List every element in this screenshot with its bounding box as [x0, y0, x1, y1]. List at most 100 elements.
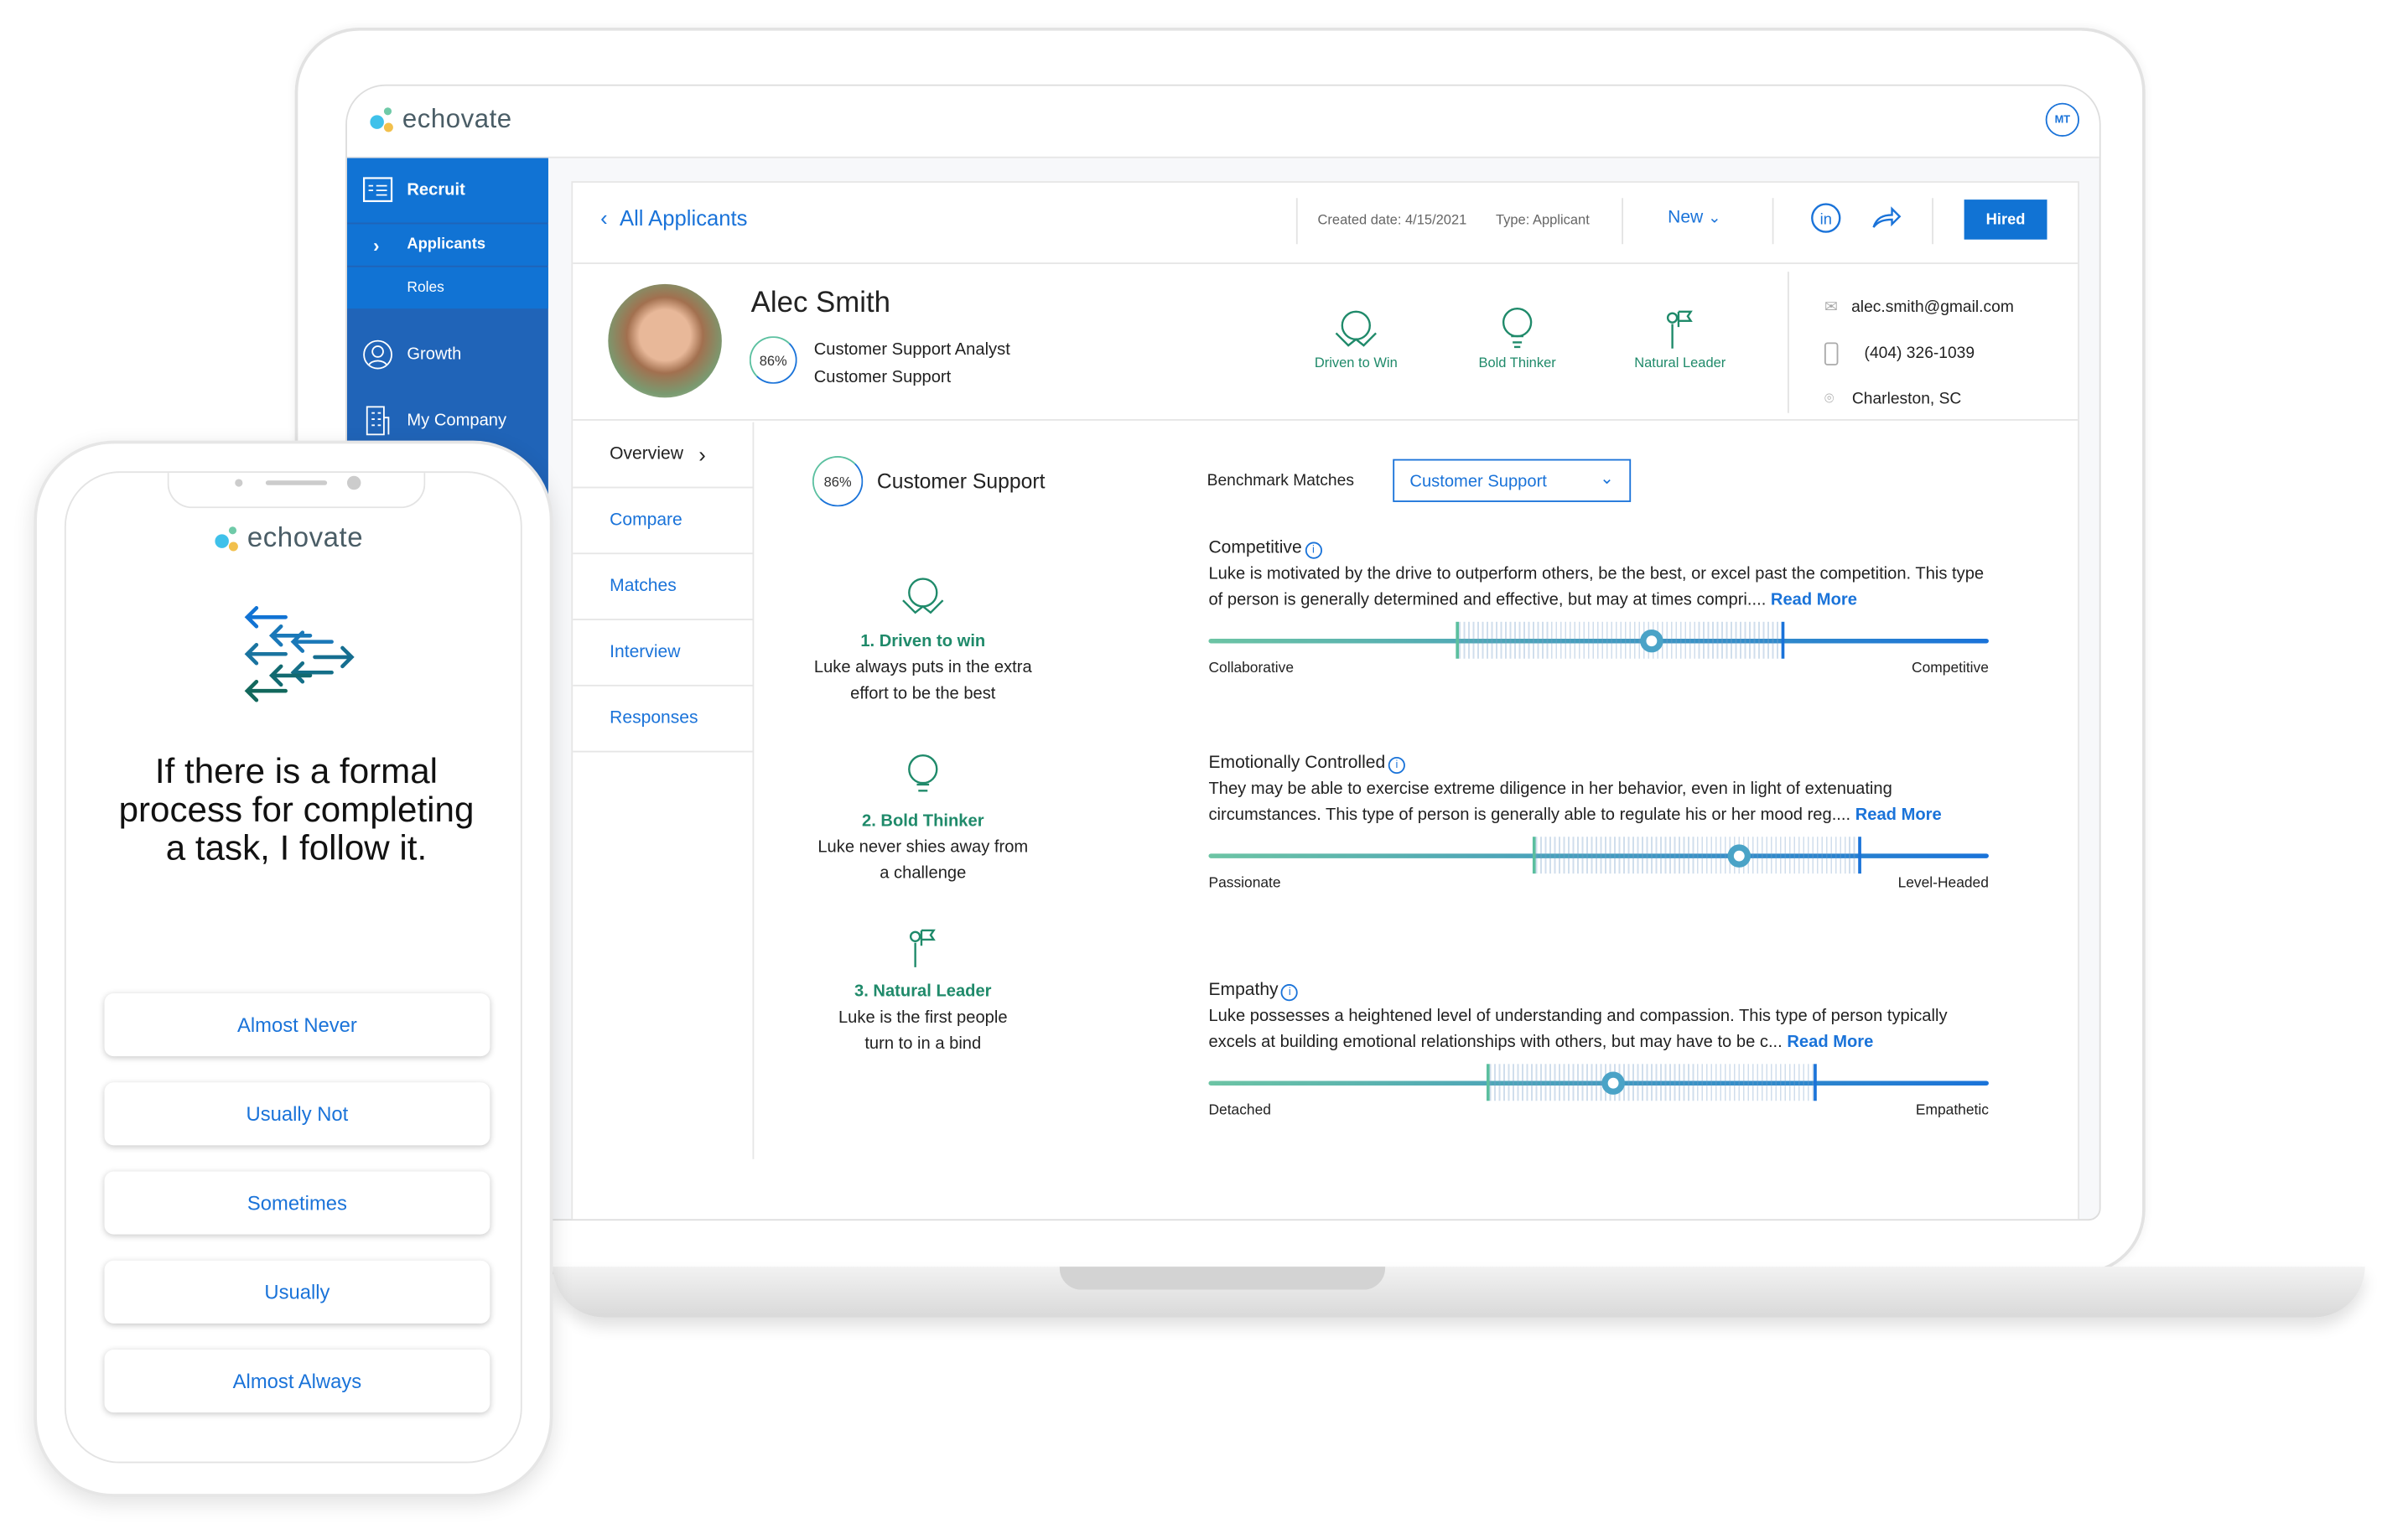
info-icon[interactable]: i [1388, 756, 1406, 775]
option-usually-not[interactable]: Usually Not [104, 1082, 490, 1146]
dimension-slider: Collaborative Competitive [1208, 621, 1989, 685]
handshake-globe-icon [902, 578, 944, 614]
description-text: Luke is motivated by the drive to outper… [1208, 565, 1985, 610]
sidebar-item-recruit[interactable]: Recruit [346, 158, 548, 223]
read-more-link[interactable]: Read More [1771, 591, 1857, 609]
phone-frame: echovate If there is a formal process fo… [34, 440, 553, 1497]
sidebar-item-growth[interactable]: Growth [347, 332, 548, 378]
dimension-title: Empathy i [1208, 981, 1995, 1002]
echovate-logo[interactable]: echovate [370, 105, 511, 136]
echovate-logo: echovate [215, 522, 363, 554]
phone-notch [167, 473, 426, 509]
trait-label: Driven to Win [1314, 355, 1398, 370]
trait-label: Natural Leader [1634, 355, 1726, 370]
tab-interview[interactable]: Interview [573, 620, 753, 687]
summary-match-ring: 86% [812, 455, 864, 507]
status-value: New [1668, 209, 1704, 228]
slider-right-label: Level-Headed [1897, 875, 1989, 893]
created-date: Created date: 4/15/2021 [1317, 211, 1467, 228]
dimension-title: Competitive i [1208, 539, 1995, 559]
info-icon[interactable]: i [1281, 984, 1299, 1002]
chevron-right-icon: › [373, 234, 380, 256]
tab-responses[interactable]: Responses [573, 687, 753, 753]
trait-desc: Luke always puts in the extra effort to … [813, 658, 1032, 703]
benchmark-range [1532, 837, 1862, 874]
logo-text: echovate [247, 521, 364, 553]
laptop-screen: echovate MT Recruit › Applicants Roles G… [345, 84, 2101, 1221]
user-avatar[interactable]: MT [2045, 102, 2079, 137]
chevron-left-icon: ‹ [600, 205, 620, 231]
mail-icon: ✉ [1824, 298, 1852, 317]
summary-trait: 3. Natural Leader Luke is the first peop… [770, 925, 1077, 1058]
option-usually[interactable]: Usually [104, 1260, 490, 1324]
dimension-title-text: Competitive [1208, 538, 1302, 557]
trait-badge-driven: Driven to Win [1279, 305, 1433, 370]
sidebar-item-my-company[interactable]: My Company [347, 397, 548, 443]
linkedin-icon[interactable]: in [1810, 203, 1841, 234]
applicant-card: ‹ All Applicants Created date: 4/15/2021… [571, 181, 2079, 1220]
dimension-slider: Passionate Level-Headed [1208, 837, 1989, 899]
dimension-title: Emotionally Controlled i [1208, 754, 1995, 775]
trait-title: 2. Bold Thinker [862, 811, 984, 831]
tab-overview[interactable]: Overview › [573, 422, 753, 489]
benchmark-select[interactable]: Customer Support ⌄ [1393, 459, 1632, 502]
email-value[interactable]: alec.smith@gmail.com [1851, 298, 2014, 316]
slider-left-label: Passionate [1208, 875, 1281, 893]
flag-person-icon [909, 929, 936, 967]
trait-title: 1. Driven to win [860, 632, 986, 651]
trait-title: 3. Natural Leader [854, 982, 992, 1002]
back-to-all-applicants[interactable]: ‹ All Applicants [600, 205, 747, 230]
read-more-link[interactable]: Read More [1855, 806, 1942, 825]
location-value: Charleston, SC [1851, 390, 1962, 409]
arrows-icon [244, 606, 355, 702]
slider-right-label: Competitive [1912, 660, 1989, 677]
location-row: ⌾ Charleston, SC [1824, 376, 2014, 422]
share-icon[interactable] [1871, 205, 1902, 232]
question-text: If there is a formal process for complet… [118, 750, 475, 868]
tab-matches[interactable]: Matches [573, 554, 753, 620]
dimension-slider: Detached Empathetic [1208, 1064, 1989, 1127]
applicant-type: Type: Applicant [1495, 211, 1590, 228]
dimension-description: Luke is motivated by the drive to outper… [1208, 562, 1995, 614]
slider-knob [1639, 629, 1663, 653]
lightbulb-icon [908, 754, 938, 792]
option-almost-never[interactable]: Almost Never [104, 993, 490, 1057]
back-label: All Applicants [619, 205, 748, 231]
logo-dots-icon [215, 526, 242, 551]
dimension-empathy: Empathy i Luke possesses a heightened lev… [1208, 981, 1995, 1127]
benchmark-value: Customer Support [1409, 473, 1547, 492]
id-card-icon [362, 177, 393, 203]
slider-left-label: Detached [1208, 1102, 1271, 1120]
chevron-down-icon: ⌄ [1600, 469, 1615, 489]
status-dropdown[interactable]: New ⌄ [1668, 209, 1720, 227]
laptop-base [553, 1267, 2365, 1318]
trait-label: Bold Thinker [1478, 355, 1556, 370]
tab-label: Overview [610, 445, 683, 464]
applicant-role: Customer Support Analyst Customer Suppor… [814, 336, 1010, 391]
benchmark-range [1456, 621, 1785, 659]
slider-knob [1601, 1071, 1625, 1095]
logo-dots-icon [370, 107, 397, 132]
svg-text:in: in [1820, 210, 1832, 227]
benchmark-label: Benchmark Matches [1207, 471, 1354, 490]
sidebar-item-roles[interactable]: Roles [346, 267, 548, 309]
logo-text: echovate [402, 104, 512, 134]
dimension-description: They may be able to exercise extreme dil… [1208, 777, 1995, 829]
applicant-department: Customer Support [813, 368, 952, 387]
phone-value: (404) 326-1039 [1864, 344, 1975, 363]
sidebar-label: Roles [407, 279, 444, 297]
contact-info: ✉ alec.smith@gmail.com (404) 326-1039 ⌾ … [1824, 284, 2014, 422]
phone-row: (404) 326-1039 [1824, 330, 2014, 376]
tab-compare[interactable]: Compare [573, 488, 753, 555]
hired-button[interactable]: Hired [1964, 200, 2047, 240]
match-score-ring: 86% [749, 336, 797, 384]
read-more-link[interactable]: Read More [1787, 1034, 1873, 1052]
dimension-title-text: Emotionally Controlled [1208, 754, 1386, 773]
chevron-down-icon: ⌄ [1708, 210, 1721, 228]
option-sometimes[interactable]: Sometimes [104, 1171, 490, 1235]
trait-badge-natural-leader: Natural Leader [1603, 305, 1757, 370]
info-icon[interactable]: i [1305, 542, 1322, 559]
sidebar-item-applicants[interactable]: › Applicants [346, 224, 548, 266]
lightbulb-icon [1502, 307, 1533, 349]
option-almost-always[interactable]: Almost Always [104, 1349, 490, 1413]
